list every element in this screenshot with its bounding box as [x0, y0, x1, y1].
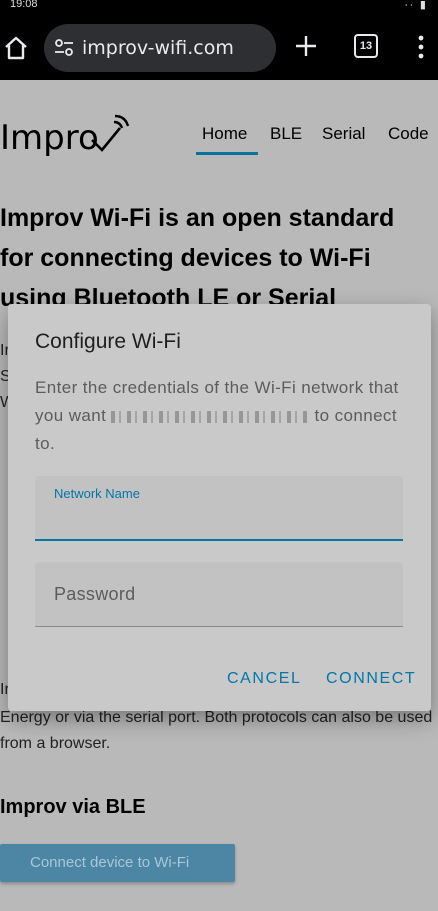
connect-button[interactable]: CONNECT	[326, 670, 416, 688]
redacted-device-name	[111, 410, 310, 423]
tab-count: 13	[359, 40, 373, 52]
address-bar[interactable]: improv-wifi.com	[44, 24, 276, 72]
dialog-title: Configure Wi-Fi	[35, 330, 181, 353]
password-field[interactable]: Password	[35, 562, 403, 627]
dialog-message: Enter the credentials of the Wi-Fi netwo…	[35, 374, 413, 458]
tab-switcher-button[interactable]: 13	[354, 34, 378, 58]
network-name-label: Network Name	[54, 486, 140, 501]
site-settings-icon[interactable]	[54, 39, 74, 57]
new-tab-icon[interactable]	[294, 34, 318, 58]
cancel-button[interactable]: CANCEL	[227, 670, 302, 688]
home-icon[interactable]	[2, 34, 30, 62]
status-bar: 19:08 ∙∙ ▮	[0, 0, 438, 14]
status-time: 19:08	[10, 0, 38, 10]
url-text: improv-wifi.com	[82, 37, 234, 59]
network-name-input[interactable]	[54, 504, 394, 530]
password-input[interactable]	[54, 582, 394, 608]
configure-wifi-dialog: Configure Wi-Fi Enter the credentials of…	[8, 304, 431, 711]
status-icons: ∙∙ ▮	[404, 0, 428, 11]
browser-toolbar: improv-wifi.com 13	[0, 14, 438, 80]
network-name-field[interactable]: Network Name	[35, 476, 403, 541]
more-menu-icon[interactable]	[416, 34, 426, 60]
